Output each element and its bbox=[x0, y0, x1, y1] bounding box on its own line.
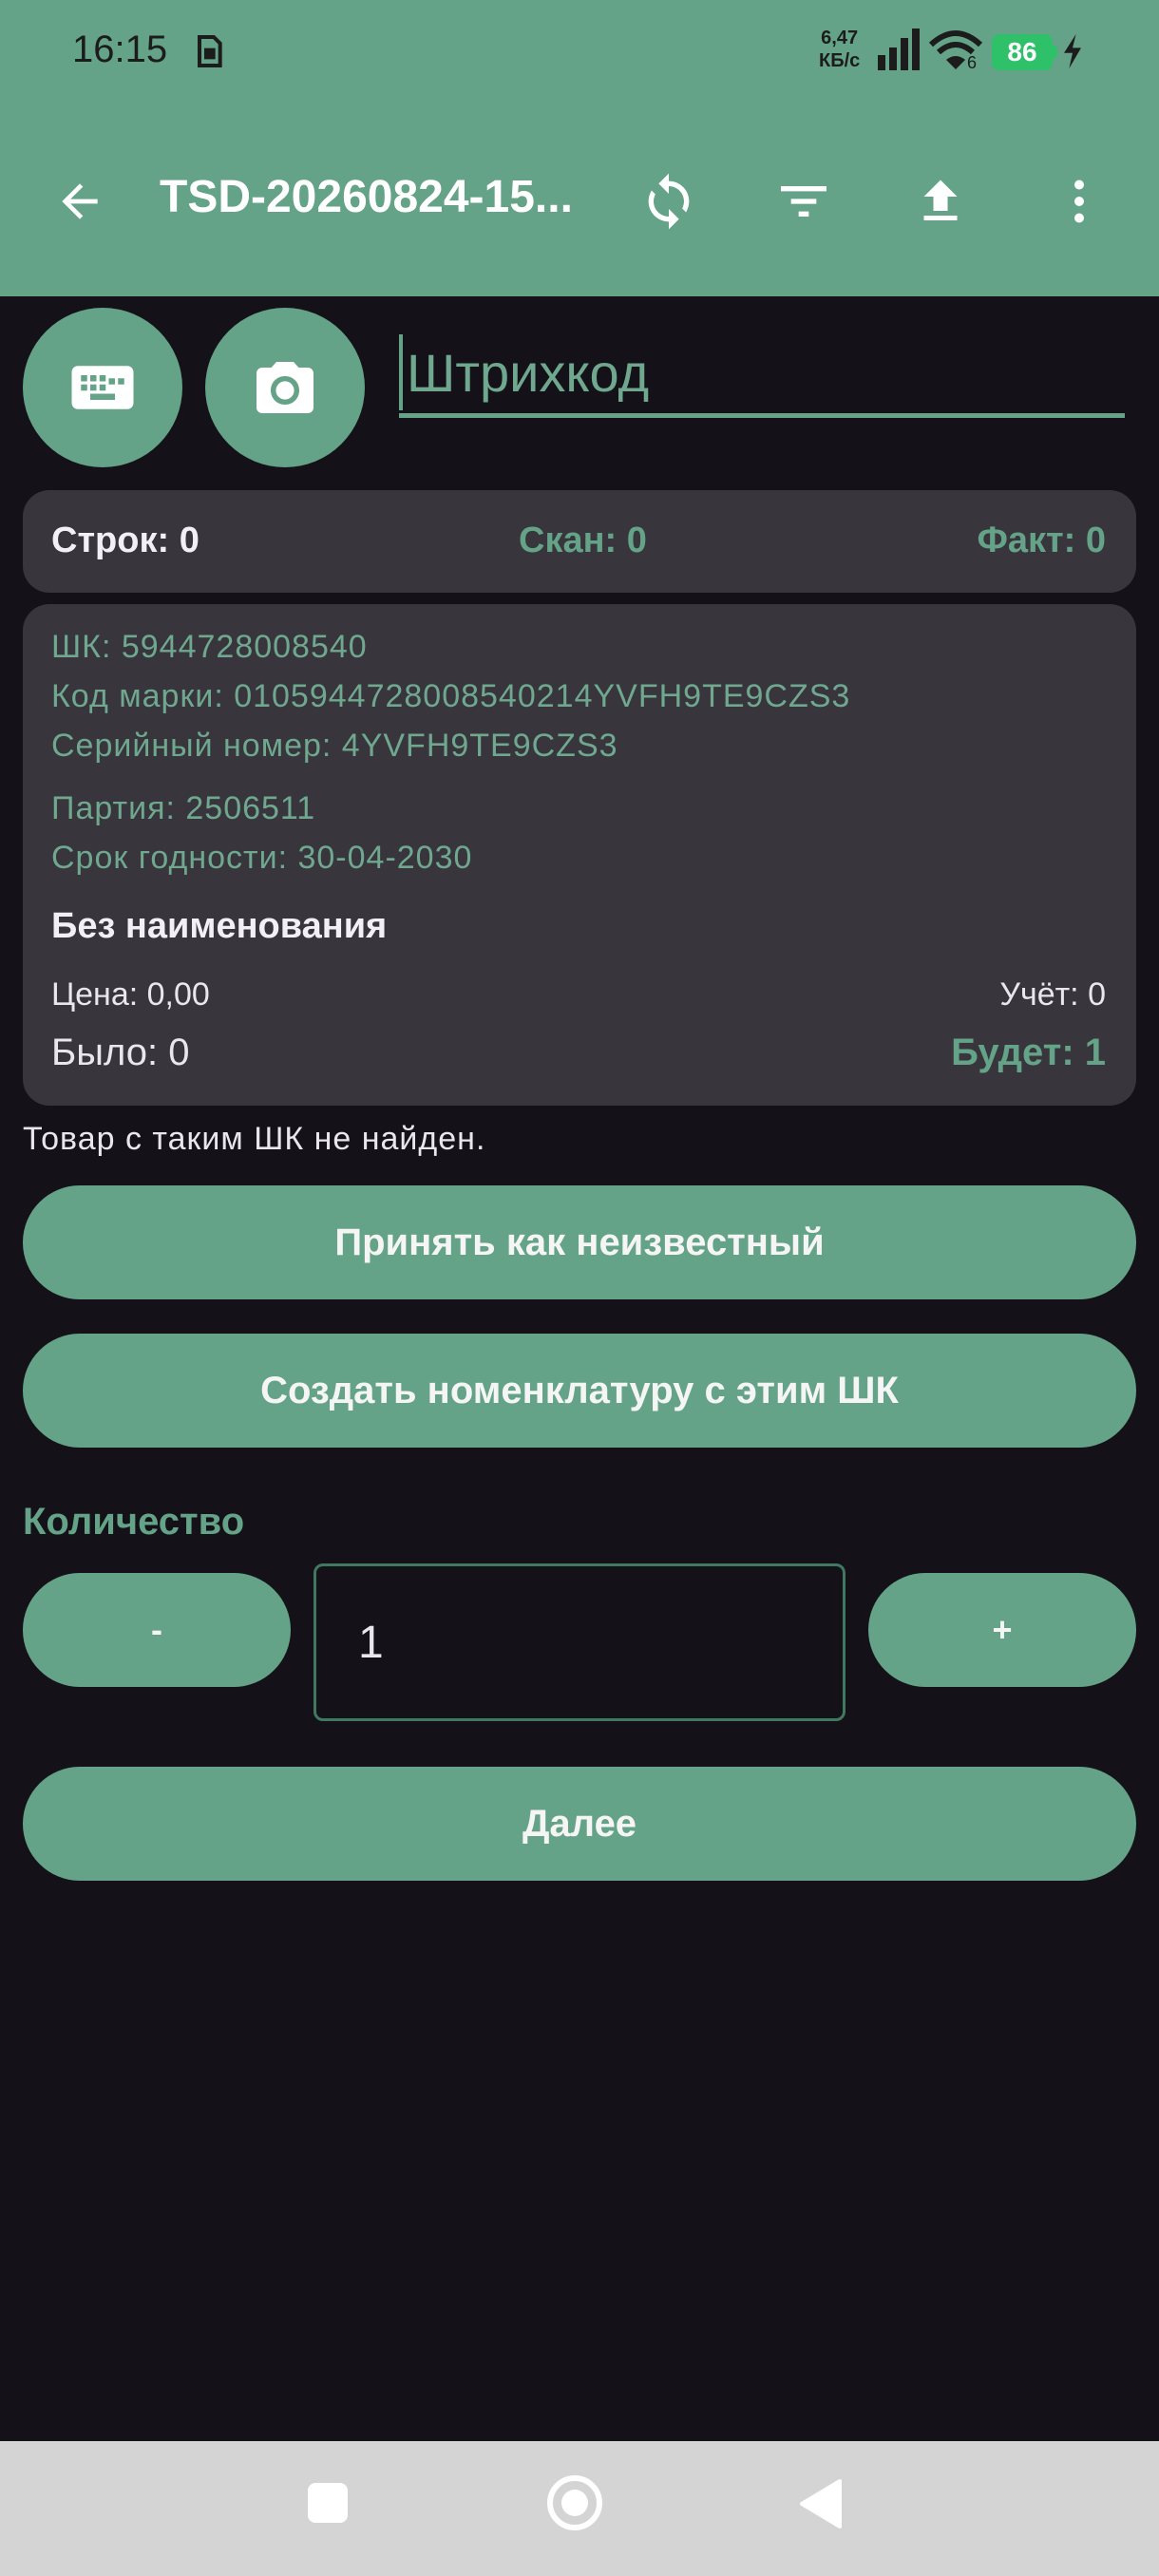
not-found-message: Товар с таким ШК не найден. bbox=[23, 1121, 486, 1157]
item-will-be: Будет: 1 bbox=[951, 1032, 1106, 1073]
filter-button[interactable] bbox=[766, 163, 842, 239]
recents-button[interactable] bbox=[308, 2483, 348, 2523]
barcode-input[interactable] bbox=[399, 334, 1125, 410]
keyboard-icon bbox=[71, 366, 134, 409]
more-menu-button[interactable] bbox=[1041, 163, 1117, 239]
charging-icon bbox=[1064, 34, 1081, 68]
signal-icon bbox=[878, 28, 920, 70]
camera-scan-button[interactable] bbox=[205, 308, 365, 467]
more-vert-icon bbox=[1074, 180, 1084, 223]
network-speed-unit: КБ/с bbox=[819, 50, 861, 71]
barcode-field[interactable] bbox=[399, 334, 1125, 418]
quantity-input[interactable] bbox=[316, 1566, 843, 1718]
fact-count: Факт: 0 bbox=[977, 521, 1106, 560]
quantity-minus-button[interactable]: - bbox=[23, 1573, 291, 1687]
item-mark-code: Код марки: 010594472800854021​4YVFH9TE9C… bbox=[51, 678, 851, 714]
document-title: TSD-20260824-15... bbox=[160, 172, 573, 222]
battery-indicator: 86 bbox=[992, 34, 1053, 70]
item-expiry: Срок годности: 30-04-2030 bbox=[51, 840, 473, 876]
accept-unknown-button[interactable]: Принять как неизвестный bbox=[23, 1185, 1136, 1299]
home-button[interactable] bbox=[547, 2475, 602, 2530]
system-nav-bar bbox=[0, 2441, 1159, 2576]
sim-icon bbox=[198, 35, 222, 67]
item-barcode: ШК: 5944728008540 bbox=[51, 629, 368, 665]
network-speed: 6,47 КБ/с bbox=[819, 27, 860, 72]
item-info-card: ШК: 5944728008540 Код марки: 01059447280… bbox=[23, 604, 1136, 1106]
quantity-field[interactable] bbox=[314, 1563, 846, 1721]
next-button[interactable]: Далее bbox=[23, 1767, 1136, 1881]
item-price: Цена: 0,00 bbox=[51, 976, 210, 1013]
status-time: 16:15 bbox=[72, 28, 168, 70]
scan-count: Скан: 0 bbox=[519, 521, 647, 560]
lines-count: Строк: 0 bbox=[51, 521, 200, 560]
item-was: Было: 0 bbox=[51, 1032, 190, 1073]
arrow-back-icon bbox=[62, 183, 98, 219]
sync-icon bbox=[648, 173, 690, 230]
app-bar: 16:15 6,47 КБ/с 6 86 TSD-20260824-15... bbox=[0, 0, 1159, 296]
filter-icon bbox=[781, 186, 826, 217]
upload-icon bbox=[923, 180, 958, 220]
item-account: Учёт: 0 bbox=[999, 976, 1106, 1013]
back-button[interactable] bbox=[42, 163, 118, 239]
quantity-plus-button[interactable]: + bbox=[868, 1573, 1136, 1687]
upload-button[interactable] bbox=[902, 163, 978, 239]
item-batch: Партия: 2506511 bbox=[51, 790, 316, 826]
item-name: Без наименования bbox=[51, 906, 388, 946]
counters-panel: Строк: 0 Скан: 0 Факт: 0 bbox=[23, 490, 1136, 593]
create-nomenclature-button[interactable]: Создать номенклатуру с этим ШК bbox=[23, 1334, 1136, 1448]
quantity-label: Количество bbox=[23, 1501, 245, 1543]
item-serial: Серийный номер: 4YVFH9TE9CZS3 bbox=[51, 728, 618, 764]
keyboard-input-button[interactable] bbox=[23, 308, 182, 467]
back-triangle-icon[interactable] bbox=[798, 2479, 844, 2529]
camera-icon bbox=[256, 362, 314, 413]
network-speed-value: 6,47 bbox=[821, 28, 859, 48]
sync-button[interactable] bbox=[631, 163, 707, 239]
wifi-band: 6 bbox=[967, 53, 978, 72]
battery-tip bbox=[1053, 46, 1057, 59]
